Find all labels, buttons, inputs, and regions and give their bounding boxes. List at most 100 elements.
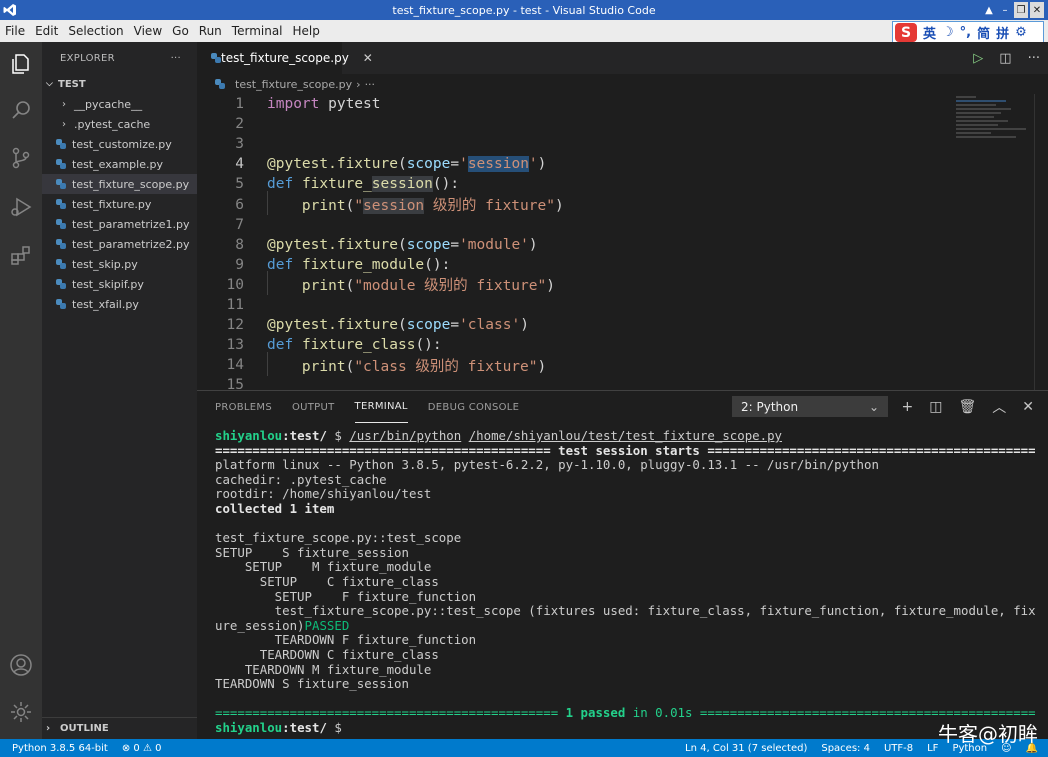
- file-tree-item[interactable]: test_example.py: [42, 154, 197, 174]
- python-file-icon: [56, 299, 66, 309]
- menu-selection[interactable]: Selection: [63, 24, 128, 38]
- ime-toolbar: S 英 ☽ °, 简 拼 ⚙: [892, 21, 1044, 44]
- code-line: print("class 级别的 fixture"): [244, 351, 546, 376]
- terminal-line: TEARDOWN M fixture_module: [215, 662, 432, 677]
- chevron-right-icon: ›: [62, 98, 66, 110]
- manage-gear-icon[interactable]: [6, 697, 36, 727]
- line-number: 4: [235, 156, 244, 173]
- window-up-icon[interactable]: ▲: [982, 2, 996, 18]
- file-tree-item[interactable]: › .pytest_cache: [42, 114, 197, 134]
- tab-output[interactable]: OUTPUT: [292, 391, 335, 423]
- window-title: test_fixture_scope.py - test - Visual St…: [392, 3, 656, 17]
- trash-icon[interactable]: 🗑: [958, 399, 976, 415]
- code-line: @pytest.fixture(scope='session'): [267, 156, 547, 173]
- file-tree-item[interactable]: test_skipif.py: [42, 274, 197, 294]
- python-file-icon: [56, 159, 66, 169]
- editor-scrollbar[interactable]: [1034, 94, 1048, 390]
- search-icon[interactable]: [6, 95, 36, 125]
- ime-punct-icon[interactable]: °,: [960, 25, 971, 40]
- menu-view[interactable]: View: [129, 24, 167, 38]
- run-debug-icon[interactable]: [6, 192, 36, 222]
- bottom-panel: PROBLEMS OUTPUT TERMINAL DEBUG CONSOLE 2…: [197, 390, 1048, 739]
- terminal-output[interactable]: shiyanlou:test/ $ /usr/bin/python /home/…: [215, 429, 1035, 735]
- ime-pinyin-toggle[interactable]: 拼: [996, 23, 1009, 42]
- ime-english-toggle[interactable]: 英: [923, 23, 936, 42]
- maximize-panel-icon[interactable]: ︿: [992, 397, 1006, 417]
- end-of-line[interactable]: LF: [927, 743, 938, 754]
- sogou-logo-icon[interactable]: S: [895, 23, 917, 42]
- outline-section-header[interactable]: › OUTLINE: [42, 717, 197, 739]
- tab-label: test_fixture_scope.py: [221, 51, 349, 65]
- split-editor-icon[interactable]: ◫: [999, 51, 1011, 66]
- tab-test-fixture-scope[interactable]: test_fixture_scope.py ✕: [197, 42, 373, 74]
- file-tree-item[interactable]: test_customize.py: [42, 134, 197, 154]
- tab-terminal[interactable]: TERMINAL: [354, 391, 408, 423]
- line-number: 3: [235, 136, 244, 153]
- close-panel-icon[interactable]: ✕: [1022, 399, 1034, 415]
- minimap[interactable]: [956, 94, 1034, 174]
- file-tree-item[interactable]: test_parametrize2.py: [42, 234, 197, 254]
- account-icon[interactable]: [6, 650, 36, 680]
- terminal-line: collected 1 item: [215, 501, 335, 516]
- source-control-icon[interactable]: [6, 143, 36, 173]
- status-bar: Python 3.8.5 64-bit ⊗ 0 ⚠ 0 Ln 4, Col 31…: [0, 739, 1048, 757]
- split-terminal-icon[interactable]: ◫: [929, 399, 942, 415]
- file-tree-label: test_skipif.py: [72, 277, 144, 291]
- menu-terminal[interactable]: Terminal: [227, 24, 288, 38]
- editor-more-icon[interactable]: ···: [1028, 51, 1040, 66]
- problems-count[interactable]: ⊗ 0 ⚠ 0: [122, 743, 162, 754]
- ime-moon-icon[interactable]: ☽: [942, 25, 954, 40]
- chevron-down-icon: ⌵: [46, 79, 53, 89]
- explorer-more-button[interactable]: ···: [171, 53, 181, 64]
- editor-tab-bar: test_fixture_scope.py ✕ ▷ ◫ ···: [197, 42, 1048, 74]
- activity-bar: [0, 42, 42, 739]
- tab-debug-console[interactable]: DEBUG CONSOLE: [428, 391, 519, 423]
- python-file-icon: [56, 219, 66, 229]
- line-number: 1: [235, 96, 244, 113]
- breadcrumb-more[interactable]: ···: [365, 78, 376, 91]
- menu-file[interactable]: File: [0, 24, 30, 38]
- extensions-icon[interactable]: [6, 240, 36, 270]
- terminal-select[interactable]: 2: Python ⌄: [732, 396, 888, 417]
- line-number: 5: [235, 176, 244, 193]
- minimize-button[interactable]: –: [998, 2, 1012, 18]
- python-file-icon: [215, 79, 225, 89]
- menu-go[interactable]: Go: [167, 24, 194, 38]
- terminal-line: shiyanlou:test/ $: [215, 720, 342, 735]
- file-tree-item[interactable]: test_xfail.py: [42, 294, 197, 314]
- restore-button[interactable]: ❐: [1014, 2, 1028, 18]
- file-tree-item[interactable]: test_fixture.py: [42, 194, 197, 214]
- ime-settings-icon[interactable]: ⚙: [1015, 25, 1027, 40]
- file-tree-item[interactable]: test_parametrize1.py: [42, 214, 197, 234]
- cursor-position[interactable]: Ln 4, Col 31 (7 selected): [685, 743, 807, 754]
- code-editor[interactable]: 1 import pytest 2 3 4 @pytest.fixture(scop…: [197, 94, 957, 395]
- line-number: 13: [226, 337, 244, 354]
- file-tree-item[interactable]: test_skip.py: [42, 254, 197, 274]
- indentation[interactable]: Spaces: 4: [821, 743, 870, 754]
- terminal-line: rootdir: /home/shiyanlou/test: [215, 487, 432, 502]
- run-file-icon[interactable]: ▷: [973, 51, 983, 66]
- file-tree-item[interactable]: test_fixture_scope.py: [42, 174, 197, 194]
- close-window-button[interactable]: ✕: [1030, 2, 1044, 18]
- encoding[interactable]: UTF-8: [884, 743, 913, 754]
- file-tree-item[interactable]: › __pycache__: [42, 94, 197, 114]
- tab-problems[interactable]: PROBLEMS: [215, 391, 272, 423]
- menu-edit[interactable]: Edit: [30, 24, 63, 38]
- workspace-section-header[interactable]: ⌵ TEST: [42, 74, 197, 94]
- explorer-icon[interactable]: [6, 49, 36, 79]
- file-tree-label: test_xfail.py: [72, 297, 139, 311]
- file-tree-label: test_fixture_scope.py: [72, 177, 190, 191]
- line-number: 6: [235, 196, 244, 213]
- menu-help[interactable]: Help: [288, 24, 325, 38]
- file-tree-label: test_skip.py: [72, 257, 138, 271]
- terminal-line: ========================================…: [215, 443, 1035, 458]
- breadcrumb-file[interactable]: test_fixture_scope.py: [235, 78, 352, 91]
- python-interpreter[interactable]: Python 3.8.5 64-bit: [12, 743, 108, 754]
- close-tab-icon[interactable]: ✕: [363, 51, 373, 65]
- menu-run[interactable]: Run: [194, 24, 227, 38]
- ime-simplified-toggle[interactable]: 简: [977, 23, 990, 42]
- chevron-right-icon: ›: [46, 723, 51, 734]
- passed-status: PASSED: [304, 618, 350, 633]
- new-terminal-icon[interactable]: +: [902, 399, 914, 415]
